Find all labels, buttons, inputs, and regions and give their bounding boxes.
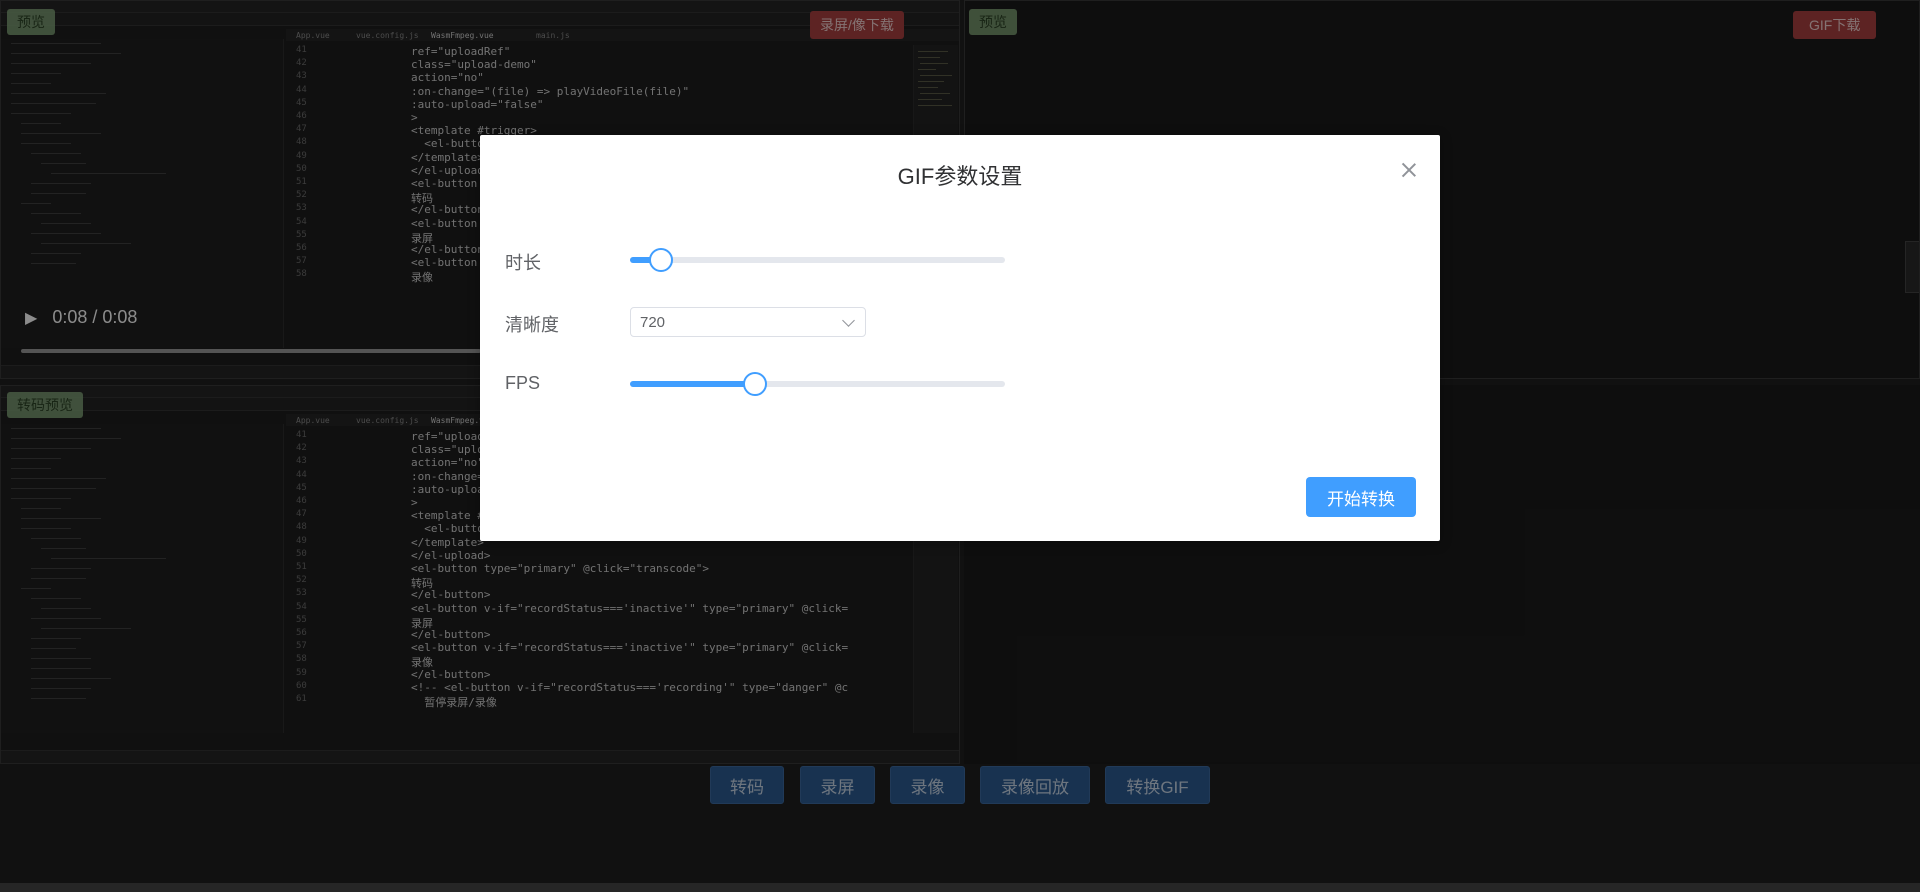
duration-label: 时长 [505, 253, 541, 273]
close-icon[interactable] [1400, 161, 1418, 179]
quality-select-value: 720 [640, 314, 666, 331]
duration-slider[interactable] [630, 248, 1005, 272]
duration-slider-handle[interactable] [649, 248, 673, 272]
gif-settings-dialog: GIF参数设置 时长 清晰度 720 FPS 开始转换 [480, 135, 1440, 541]
fps-slider-handle[interactable] [742, 372, 767, 396]
fps-slider-fill [630, 381, 754, 387]
start-convert-button[interactable]: 开始转换 [1306, 477, 1416, 517]
quality-select[interactable]: 720 [630, 307, 866, 337]
chevron-down-icon [842, 314, 855, 327]
quality-label: 清晰度 [505, 315, 559, 335]
fps-label: FPS [505, 373, 541, 393]
fps-slider[interactable] [630, 372, 1005, 396]
dialog-title: GIF参数设置 [897, 164, 1023, 189]
